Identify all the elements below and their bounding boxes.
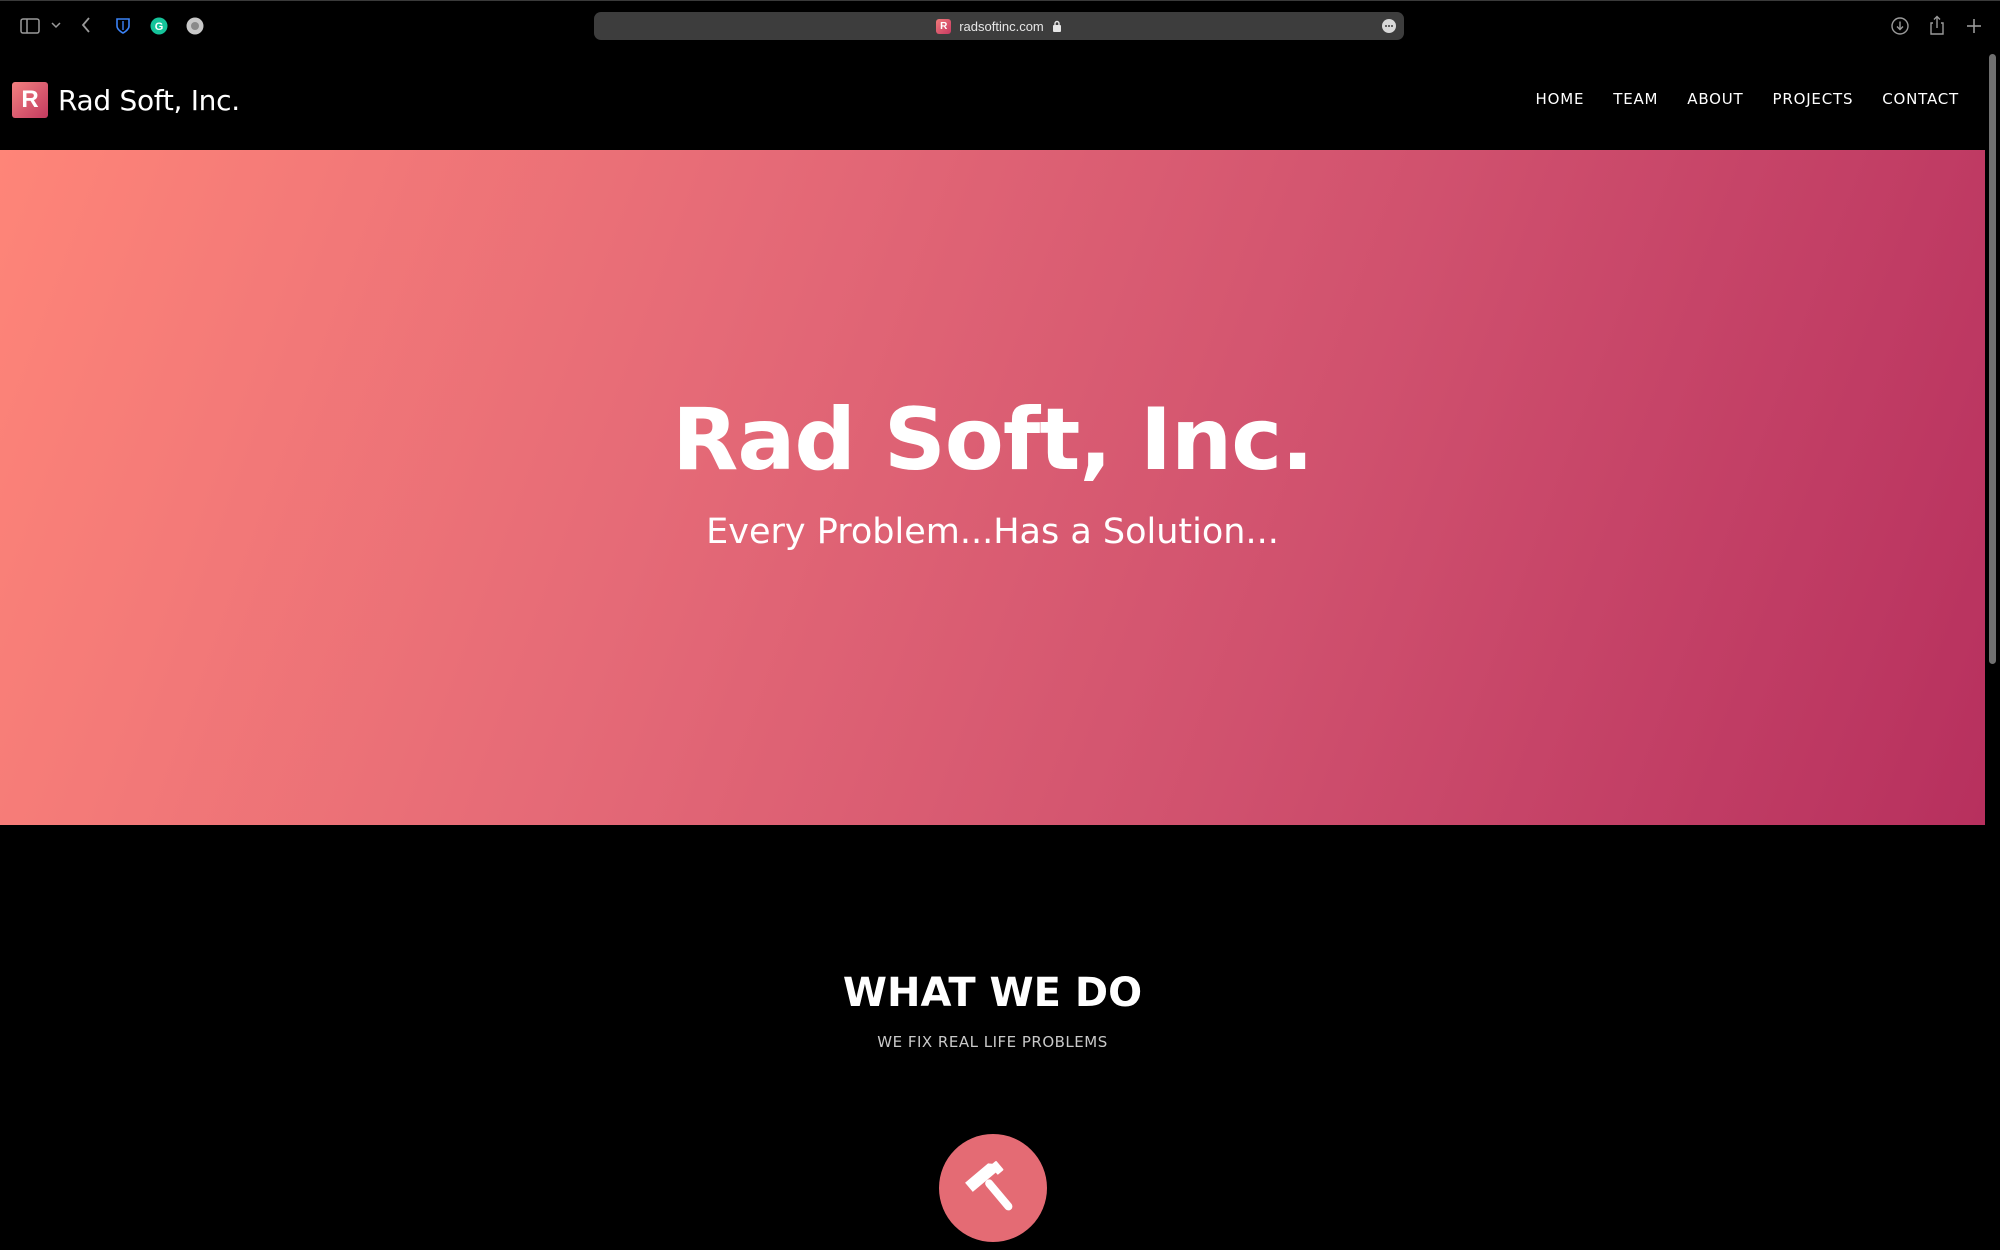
address-bar[interactable]: R radsoftinc.com — [594, 12, 1404, 40]
nav-team[interactable]: TEAM — [1613, 90, 1658, 108]
hero-banner: Rad Soft, Inc. Every Problem...Has a Sol… — [0, 150, 1985, 825]
site-favicon: R — [936, 18, 952, 34]
nav-home[interactable]: HOME — [1536, 90, 1585, 108]
hammer-icon — [939, 1134, 1047, 1242]
svg-text:G: G — [155, 21, 164, 33]
chevron-down-icon[interactable] — [50, 19, 62, 31]
nav-about[interactable]: ABOUT — [1687, 90, 1743, 108]
brand-link[interactable]: R Rad Soft, Inc. — [12, 82, 240, 118]
bitwarden-icon[interactable] — [113, 16, 133, 36]
site-header: R Rad Soft, Inc. HOME TEAM ABOUT PROJECT… — [0, 50, 1985, 150]
nav-projects[interactable]: PROJECTS — [1773, 90, 1854, 108]
url-text: radsoftinc.com — [959, 18, 1044, 34]
back-icon[interactable] — [78, 15, 94, 35]
brand-logo: R — [12, 82, 48, 118]
new-tab-icon[interactable] — [1963, 15, 1985, 37]
sidebar-icon[interactable] — [20, 17, 40, 35]
page-scrollbar[interactable] — [1985, 50, 2000, 1250]
grammarly-icon[interactable]: G — [149, 16, 169, 36]
lock-icon — [1052, 17, 1062, 36]
download-icon[interactable] — [1889, 15, 1911, 37]
page-menu-icon[interactable] — [1382, 19, 1396, 33]
section-title: WHAT WE DO — [842, 970, 1143, 1016]
nav-contact[interactable]: CONTACT — [1882, 90, 1959, 108]
hero-subtitle: Every Problem...Has a Solution... — [706, 512, 1279, 552]
browser-toolbar: G R radsoftinc.com — [0, 0, 2000, 50]
hero-title: Rad Soft, Inc. — [672, 390, 1314, 490]
section-subtitle: WE FIX REAL LIFE PROBLEMS — [877, 1033, 1108, 1051]
scrollbar-thumb[interactable] — [1989, 54, 1996, 664]
extension-icon[interactable] — [185, 16, 205, 36]
share-icon[interactable] — [1926, 14, 1948, 36]
main-nav: HOME TEAM ABOUT PROJECTS CONTACT — [1536, 90, 1959, 108]
brand-name: Rad Soft, Inc. — [58, 83, 240, 117]
